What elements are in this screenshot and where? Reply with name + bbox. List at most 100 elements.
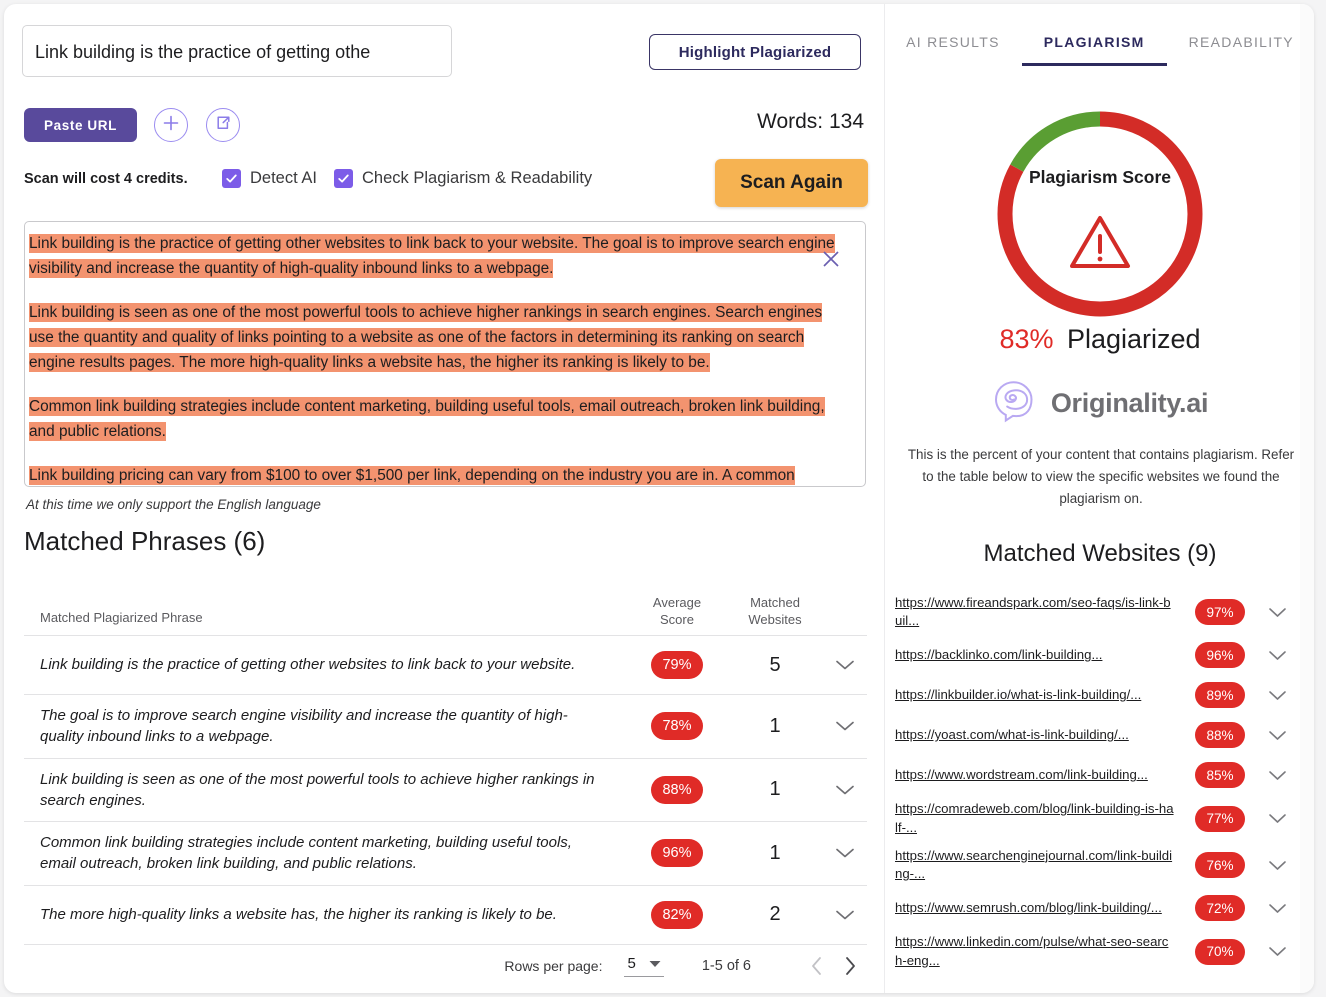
score-badge: 89%: [1195, 682, 1245, 709]
list-item: https://www.linkedin.com/pulse/what-seo-…: [895, 928, 1311, 974]
previous-page-button[interactable]: [799, 956, 833, 976]
website-link[interactable]: https://comradeweb.com/blog/link-buildin…: [895, 800, 1183, 836]
list-item: https://backlinko.com/link-building... 9…: [895, 635, 1311, 675]
score-badge: 88%: [651, 775, 703, 804]
expand-website-button[interactable]: [1257, 813, 1297, 824]
website-link[interactable]: https://www.semrush.com/blog/link-buildi…: [895, 899, 1183, 917]
matched-phrases-title: Matched Phrases (6): [24, 526, 266, 556]
website-link[interactable]: https://yoast.com/what-is-link-building/…: [895, 726, 1183, 744]
column-header-matched-websites: Matched Websites: [727, 594, 823, 629]
score-badge: 85%: [1195, 762, 1245, 789]
close-icon[interactable]: [820, 248, 842, 270]
website-link[interactable]: https://www.searchenginejournal.com/link…: [895, 847, 1183, 883]
score-percent: 83%: [999, 324, 1054, 354]
credits-note: Scan will cost 4 credits.: [24, 171, 188, 187]
website-link[interactable]: https://www.fireandspark.com/seo-faqs/is…: [895, 594, 1183, 630]
detect-ai-checkbox[interactable]: [222, 169, 241, 188]
matched-websites-list: https://www.fireandspark.com/seo-faqs/is…: [895, 589, 1311, 975]
rows-per-page-select[interactable]: 5: [624, 955, 664, 977]
column-header-line: Average: [652, 594, 702, 610]
detect-ai-option[interactable]: Detect AI: [222, 169, 317, 188]
expand-row-button[interactable]: [823, 659, 867, 671]
export-button[interactable]: [206, 108, 240, 142]
editor-column: Link building is the practice of getting…: [4, 4, 884, 993]
word-count: Words: 134: [757, 110, 864, 133]
plagiarism-score-summary: 83% Plagiarized: [885, 324, 1314, 355]
website-link[interactable]: https://backlinko.com/link-building...: [895, 646, 1183, 664]
results-tabs: AI RESULTS PLAGIARISM READABILITY: [885, 34, 1314, 66]
expand-website-button[interactable]: [1257, 650, 1297, 661]
content-paragraph: Common link building strategies include …: [29, 395, 851, 445]
expand-row-button[interactable]: [823, 847, 867, 859]
tab-plagiarism[interactable]: PLAGIARISM: [1021, 34, 1167, 66]
website-link[interactable]: https://linkbuilder.io/what-is-link-buil…: [895, 686, 1183, 704]
table-row: The goal is to improve search engine vis…: [24, 695, 867, 759]
expand-website-button[interactable]: [1257, 607, 1297, 618]
add-button[interactable]: [154, 108, 188, 142]
expand-row-button[interactable]: [823, 784, 867, 796]
chevron-left-icon: [811, 957, 821, 975]
language-support-note: At this time we only support the English…: [26, 497, 321, 512]
expand-website-button[interactable]: [1257, 946, 1297, 957]
content-paragraph: Link building is seen as one of the most…: [29, 301, 851, 376]
column-header-line: Matched: [750, 594, 800, 610]
website-link[interactable]: https://www.linkedin.com/pulse/what-seo-…: [895, 933, 1183, 969]
chevron-down-icon: [836, 721, 854, 731]
table-row: Common link building strategies include …: [24, 822, 867, 886]
list-item: https://www.wordstream.com/link-building…: [895, 755, 1311, 795]
list-item: https://www.fireandspark.com/seo-faqs/is…: [895, 589, 1311, 635]
expand-website-button[interactable]: [1257, 860, 1297, 871]
matched-websites-title: Matched Websites (9): [983, 540, 1217, 567]
score-badge: 77%: [1195, 805, 1245, 832]
plus-icon: [162, 114, 180, 137]
plagiarized-highlight: Link building is seen as one of the most…: [29, 302, 823, 372]
detect-ai-label: Detect AI: [250, 169, 317, 187]
expand-website-button[interactable]: [1257, 903, 1297, 914]
score-badge: 76%: [1195, 852, 1245, 879]
scan-again-button[interactable]: Scan Again: [715, 159, 868, 207]
score-badge: 96%: [1195, 642, 1245, 669]
check-plagiarism-checkbox[interactable]: [334, 169, 353, 188]
check-plagiarism-option[interactable]: Check Plagiarism & Readability: [334, 169, 592, 188]
content-textarea[interactable]: Link building is the practice of getting…: [24, 221, 866, 487]
website-link[interactable]: https://www.wordstream.com/link-building…: [895, 766, 1183, 784]
plagiarized-highlight: Link building pricing can vary from $100…: [29, 465, 795, 485]
app-card: Link building is the practice of getting…: [4, 4, 1314, 993]
chevron-down-icon: [836, 910, 854, 920]
expand-row-button[interactable]: [823, 720, 867, 732]
plagiarism-gauge: Plagiarism Score: [885, 99, 1314, 329]
expand-website-button[interactable]: [1257, 730, 1297, 741]
chevron-down-icon: [1268, 691, 1286, 700]
export-icon: [214, 114, 232, 137]
paste-url-button[interactable]: Paste URL: [24, 108, 137, 142]
score-badge: 96%: [651, 839, 703, 868]
score-badge: 88%: [1195, 722, 1245, 749]
expand-website-button[interactable]: [1257, 690, 1297, 701]
plagiarized-highlight: Common link building strategies include …: [29, 396, 825, 441]
expand-row-button[interactable]: [823, 909, 867, 921]
table-row: Link building is the practice of getting…: [24, 636, 867, 695]
list-item: https://comradeweb.com/blog/link-buildin…: [895, 795, 1311, 841]
score-badge: 78%: [651, 712, 703, 741]
list-item: https://www.searchenginejournal.com/link…: [895, 842, 1311, 888]
table-row: Link building is seen as one of the most…: [24, 759, 867, 823]
expand-website-button[interactable]: [1257, 770, 1297, 781]
document-title-input[interactable]: Link building is the practice of getting…: [22, 25, 452, 77]
highlight-plagiarized-button[interactable]: Highlight Plagiarized: [649, 34, 861, 70]
check-icon: [226, 174, 237, 183]
score-badge: 82%: [651, 900, 703, 929]
column-header-average-score: Average Score: [627, 594, 727, 629]
chevron-down-icon: [836, 849, 854, 858]
tab-readability[interactable]: READABILITY: [1167, 34, 1314, 66]
score-word: Plagiarized: [1066, 324, 1201, 354]
brand-name: Originality.ai: [1050, 388, 1209, 418]
phrase-text: The goal is to improve search engine vis…: [40, 707, 568, 746]
list-item: https://yoast.com/what-is-link-building/…: [895, 715, 1311, 755]
table-header-row: Matched Plagiarized Phrase Average Score…: [24, 584, 867, 636]
matched-websites-count: 1: [769, 714, 781, 737]
next-page-button[interactable]: [833, 956, 867, 976]
brand-logo: Originality.ai: [885, 379, 1314, 428]
panel-description: This is the percent of your content that…: [907, 447, 1295, 507]
column-header-phrase: Matched Plagiarized Phrase: [40, 610, 203, 625]
tab-ai-results[interactable]: AI RESULTS: [884, 34, 1022, 66]
